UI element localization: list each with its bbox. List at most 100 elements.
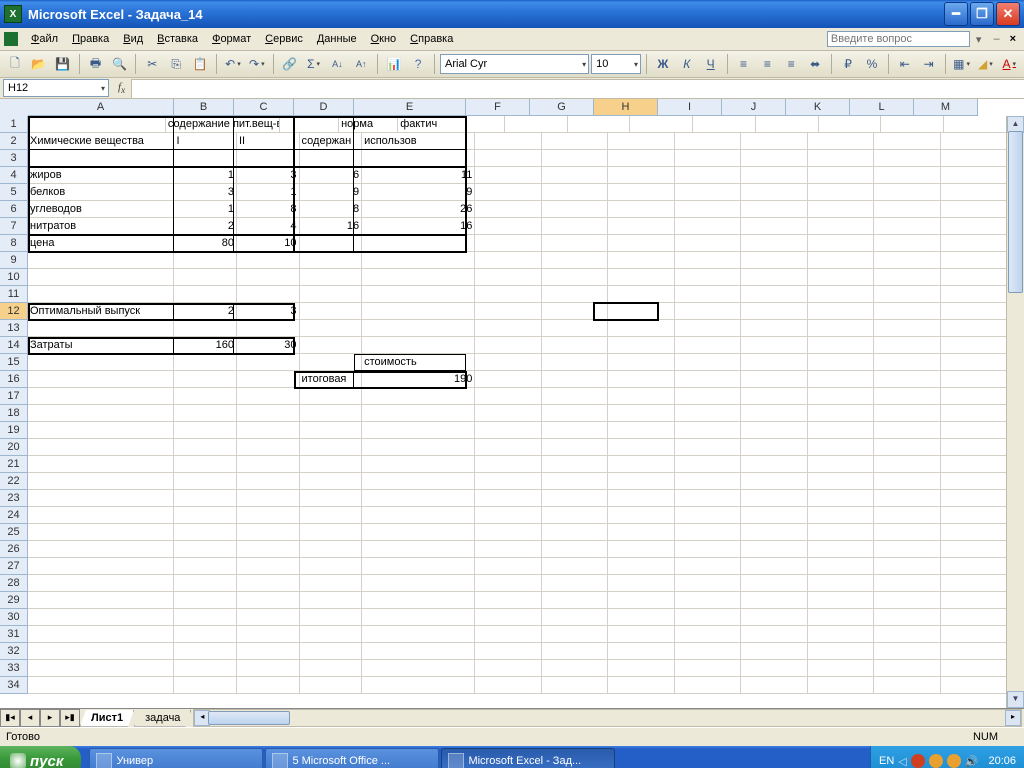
cell-B13[interactable]: [174, 320, 237, 337]
cell-F14[interactable]: [475, 337, 541, 354]
tab-nav-next-icon[interactable]: ▸: [40, 709, 60, 727]
cell-F8[interactable]: [475, 235, 541, 252]
cell-J27[interactable]: [741, 558, 807, 575]
cell-I11[interactable]: [675, 286, 741, 303]
cell-K19[interactable]: [808, 422, 874, 439]
cell-D19[interactable]: [300, 422, 363, 439]
cell-J23[interactable]: [741, 490, 807, 507]
sort-desc-icon[interactable]: A↑: [350, 53, 372, 75]
row-header-33[interactable]: 33: [0, 660, 28, 677]
cell-D27[interactable]: [300, 558, 363, 575]
row-header-2[interactable]: 2: [0, 133, 28, 150]
print-preview-icon[interactable]: 🔍: [109, 53, 131, 75]
cell-K11[interactable]: [808, 286, 874, 303]
cell-A8[interactable]: цена: [28, 235, 174, 252]
tray-lang[interactable]: EN: [879, 755, 894, 767]
cell-M19[interactable]: [941, 422, 1007, 439]
cell-I17[interactable]: [675, 388, 741, 405]
cell-G8[interactable]: [542, 235, 608, 252]
cell-G11[interactable]: [542, 286, 608, 303]
cell-E9[interactable]: [362, 252, 475, 269]
cell-A14[interactable]: Затраты: [28, 337, 174, 354]
cell-A30[interactable]: [28, 609, 174, 626]
undo-icon[interactable]: ↶: [222, 53, 244, 75]
cell-B4[interactable]: 1: [174, 167, 237, 184]
cell-M8[interactable]: [941, 235, 1007, 252]
col-header-J[interactable]: J: [722, 99, 786, 116]
row-header-8[interactable]: 8: [0, 235, 28, 252]
cell-F20[interactable]: [475, 439, 541, 456]
cell-D7[interactable]: 16: [300, 218, 363, 235]
cell-I1[interactable]: [693, 116, 756, 133]
cell-M25[interactable]: [941, 524, 1007, 541]
save-icon[interactable]: 💾: [52, 53, 74, 75]
cell-G29[interactable]: [542, 592, 608, 609]
cell-I9[interactable]: [675, 252, 741, 269]
new-doc-icon[interactable]: 🗋: [4, 53, 26, 75]
cell-H32[interactable]: [608, 643, 674, 660]
cell-E15[interactable]: стоимость: [362, 354, 475, 371]
cell-D3[interactable]: [300, 150, 363, 167]
cell-C34[interactable]: [237, 677, 300, 694]
cell-F27[interactable]: [475, 558, 541, 575]
help-icon[interactable]: ?: [407, 53, 429, 75]
cell-B27[interactable]: [174, 558, 237, 575]
cell-B14[interactable]: 160: [174, 337, 237, 354]
cell-J10[interactable]: [741, 269, 807, 286]
col-header-L[interactable]: L: [850, 99, 914, 116]
row-header-22[interactable]: 22: [0, 473, 28, 490]
col-header-D[interactable]: D: [294, 99, 354, 116]
cell-B33[interactable]: [174, 660, 237, 677]
cell-D24[interactable]: [300, 507, 363, 524]
window-maximize-button[interactable]: ❐: [970, 2, 994, 26]
row-header-1[interactable]: 1: [0, 116, 28, 133]
row-header-7[interactable]: 7: [0, 218, 28, 235]
cell-J16[interactable]: [741, 371, 807, 388]
cell-M20[interactable]: [941, 439, 1007, 456]
cell-K23[interactable]: [808, 490, 874, 507]
cell-M30[interactable]: [941, 609, 1007, 626]
cell-D6[interactable]: 8: [300, 201, 363, 218]
row-header-13[interactable]: 13: [0, 320, 28, 337]
cell-F1[interactable]: [505, 116, 568, 133]
cell-B26[interactable]: [174, 541, 237, 558]
cell-F4[interactable]: [475, 167, 541, 184]
cell-D31[interactable]: [300, 626, 363, 643]
cell-L9[interactable]: [874, 252, 940, 269]
cell-L13[interactable]: [874, 320, 940, 337]
cell-A17[interactable]: [28, 388, 174, 405]
cell-L11[interactable]: [874, 286, 940, 303]
cell-H14[interactable]: [608, 337, 674, 354]
cell-G14[interactable]: [542, 337, 608, 354]
taskbar-button[interactable]: 5 Microsoft Office ...: [265, 748, 439, 768]
cell-G16[interactable]: [542, 371, 608, 388]
cell-H18[interactable]: [608, 405, 674, 422]
cell-L32[interactable]: [874, 643, 940, 660]
cell-K30[interactable]: [808, 609, 874, 626]
menu-окно[interactable]: Окно: [364, 30, 404, 48]
cell-H15[interactable]: [608, 354, 674, 371]
cell-H24[interactable]: [608, 507, 674, 524]
cell-B12[interactable]: 2: [174, 303, 237, 320]
start-button[interactable]: пуск: [0, 746, 81, 768]
chart-wizard-icon[interactable]: 📊: [383, 53, 405, 75]
cell-G1[interactable]: [568, 116, 631, 133]
cell-H27[interactable]: [608, 558, 674, 575]
column-headers[interactable]: ABCDEFGHIJKLM: [28, 99, 978, 116]
decrease-indent-icon[interactable]: ⇤: [894, 53, 916, 75]
cell-G28[interactable]: [542, 575, 608, 592]
cell-G32[interactable]: [542, 643, 608, 660]
row-header-11[interactable]: 11: [0, 286, 28, 303]
cell-E26[interactable]: [362, 541, 475, 558]
cell-L7[interactable]: [874, 218, 940, 235]
cell-L19[interactable]: [874, 422, 940, 439]
cell-G9[interactable]: [542, 252, 608, 269]
cell-L6[interactable]: [874, 201, 940, 218]
cell-M31[interactable]: [941, 626, 1007, 643]
cell-L23[interactable]: [874, 490, 940, 507]
cell-K27[interactable]: [808, 558, 874, 575]
cell-I32[interactable]: [675, 643, 741, 660]
cell-A33[interactable]: [28, 660, 174, 677]
cell-E34[interactable]: [362, 677, 475, 694]
tray-clock[interactable]: 20:06: [988, 755, 1016, 767]
